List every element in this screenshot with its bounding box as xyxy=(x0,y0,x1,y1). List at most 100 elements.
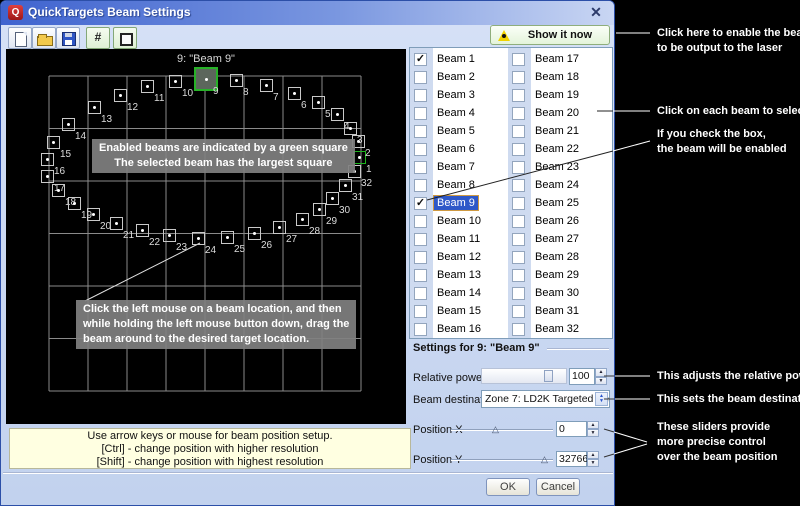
beam-checkbox[interactable] xyxy=(414,161,427,174)
beam-checkbox[interactable] xyxy=(414,233,427,246)
beam-checkbox[interactable] xyxy=(414,287,427,300)
beam-list-row[interactable]: Beam 26 xyxy=(508,212,606,230)
beam-checkbox[interactable] xyxy=(414,269,427,282)
beam-square[interactable] xyxy=(296,213,309,226)
close-icon[interactable]: ✕ xyxy=(586,3,606,22)
beam-row-label[interactable]: Beam 22 xyxy=(532,142,582,156)
beam-checkbox[interactable] xyxy=(512,305,525,318)
beam-list-row[interactable]: Beam 28 xyxy=(508,248,606,266)
beam-row-label[interactable]: Beam 12 xyxy=(434,250,484,264)
beam-square[interactable] xyxy=(312,96,325,109)
beam-list-row[interactable]: Beam 32 xyxy=(508,320,606,338)
beam-row-label[interactable]: Beam 3 xyxy=(434,88,478,102)
beam-checkbox[interactable] xyxy=(512,215,525,228)
beam-checkbox[interactable] xyxy=(414,143,427,156)
position-x-thumb[interactable]: △ xyxy=(492,425,499,434)
spin-down-icon[interactable]: ▼ xyxy=(587,459,599,467)
beam-list-row[interactable]: Beam 25 xyxy=(508,194,606,212)
spin-up-icon[interactable]: ▲ xyxy=(587,421,599,429)
beam-list-row[interactable]: Beam 23 xyxy=(508,158,606,176)
beam-row-label[interactable]: Beam 2 xyxy=(434,70,478,84)
beam-row-label[interactable]: Beam 13 xyxy=(434,268,484,282)
beam-square[interactable] xyxy=(47,136,60,149)
beam-checkbox[interactable] xyxy=(512,143,525,156)
ok-button[interactable]: OK xyxy=(486,478,530,496)
position-y-slider[interactable] xyxy=(451,459,553,461)
spin-up-icon[interactable]: ▲ xyxy=(595,368,607,377)
beam-checkbox[interactable] xyxy=(414,89,427,102)
beam-checkbox[interactable] xyxy=(414,107,427,120)
beam-row-label[interactable]: Beam 11 xyxy=(434,232,483,246)
beam-square[interactable] xyxy=(248,227,261,240)
relative-power-slider[interactable] xyxy=(481,368,567,384)
beam-square[interactable] xyxy=(62,118,75,131)
new-file-button[interactable] xyxy=(8,27,32,49)
beam-list-row[interactable]: Beam 19 xyxy=(508,86,606,104)
beam-square[interactable] xyxy=(141,80,154,93)
beam-square[interactable] xyxy=(288,87,301,100)
square-tool-button[interactable] xyxy=(113,27,137,49)
beam-row-label[interactable]: Beam 24 xyxy=(532,178,582,192)
beam-row-label[interactable]: Beam 5 xyxy=(434,124,478,138)
beam-checkbox[interactable] xyxy=(414,125,427,138)
beam-square[interactable] xyxy=(326,192,339,205)
beam-list-row[interactable]: Beam 24 xyxy=(508,176,606,194)
beam-checkbox[interactable] xyxy=(414,179,427,192)
beam-row-label[interactable]: Beam 25 xyxy=(532,196,582,210)
beam-list-row[interactable]: Beam 13 xyxy=(410,266,508,284)
beam-checkbox[interactable] xyxy=(512,179,525,192)
beam-checkbox[interactable] xyxy=(512,251,525,264)
cancel-button[interactable]: Cancel xyxy=(536,478,580,496)
beam-row-label[interactable]: Beam 14 xyxy=(434,286,484,300)
position-x-value[interactable]: 0 xyxy=(556,421,587,437)
beam-list-row[interactable]: Beam 30 xyxy=(508,284,606,302)
beam-square[interactable] xyxy=(331,108,344,121)
beam-checkbox[interactable] xyxy=(512,125,525,138)
position-x-spinner[interactable]: ▲ ▼ xyxy=(587,421,599,437)
beam-list-row[interactable]: Beam 21 xyxy=(508,122,606,140)
beam-square[interactable] xyxy=(273,221,286,234)
beam-row-label[interactable]: Beam 15 xyxy=(434,304,484,318)
beam-square[interactable] xyxy=(192,232,205,245)
beam-row-label[interactable]: Beam 31 xyxy=(532,304,582,318)
spin-up-icon[interactable]: ▲ xyxy=(587,451,599,459)
beam-row-label[interactable]: Beam 10 xyxy=(434,214,484,228)
beam-checkbox[interactable] xyxy=(512,89,525,102)
beam-row-label[interactable]: Beam 6 xyxy=(434,142,478,156)
beam-row-label[interactable]: Beam 4 xyxy=(434,106,478,120)
beam-checkbox[interactable] xyxy=(512,197,525,210)
beam-list-row[interactable]: Beam 10 xyxy=(410,212,508,230)
beam-row-label[interactable]: Beam 26 xyxy=(532,214,582,228)
beam-square[interactable] xyxy=(163,229,176,242)
beam-list-row[interactable]: Beam 5 xyxy=(410,122,508,140)
beam-square[interactable] xyxy=(68,197,81,210)
beam-list-row[interactable]: Beam 27 xyxy=(508,230,606,248)
beam-row-label[interactable]: Beam 27 xyxy=(532,232,582,246)
beam-square[interactable] xyxy=(221,231,234,244)
beam-square[interactable] xyxy=(169,75,182,88)
beam-checkbox[interactable] xyxy=(512,269,525,282)
beam-list-row[interactable]: Beam 7 xyxy=(410,158,508,176)
beam-square[interactable] xyxy=(136,224,149,237)
beam-checkbox[interactable] xyxy=(512,161,525,174)
beam-row-label[interactable]: Beam 19 xyxy=(532,88,582,102)
beam-row-label[interactable]: Beam 8 xyxy=(434,178,478,192)
spin-down-icon[interactable]: ▼ xyxy=(587,429,599,437)
spin-down-icon[interactable]: ▼ xyxy=(595,377,607,386)
beam-checkbox[interactable] xyxy=(512,71,525,84)
beam-checkbox[interactable] xyxy=(414,251,427,264)
beam-list-row[interactable]: Beam 3 xyxy=(410,86,508,104)
relative-power-thumb[interactable] xyxy=(544,370,553,382)
beam-row-label[interactable]: Beam 16 xyxy=(434,322,484,336)
relative-power-spinner[interactable]: ▲ ▼ xyxy=(595,368,607,385)
beam-square[interactable] xyxy=(110,217,123,230)
beam-row-label[interactable]: Beam 30 xyxy=(532,286,582,300)
beam-checkbox[interactable]: ✓ xyxy=(414,53,427,66)
beam-list-row[interactable]: Beam 20 xyxy=(508,104,606,122)
beam-list-row[interactable]: Beam 2 xyxy=(410,68,508,86)
beam-list-row[interactable]: Beam 14 xyxy=(410,284,508,302)
beam-row-label[interactable]: Beam 7 xyxy=(434,160,478,174)
beam-checkbox[interactable] xyxy=(512,107,525,120)
show-it-now-button[interactable]: Show it now xyxy=(490,25,610,45)
position-y-value[interactable]: 32766 xyxy=(556,451,587,467)
